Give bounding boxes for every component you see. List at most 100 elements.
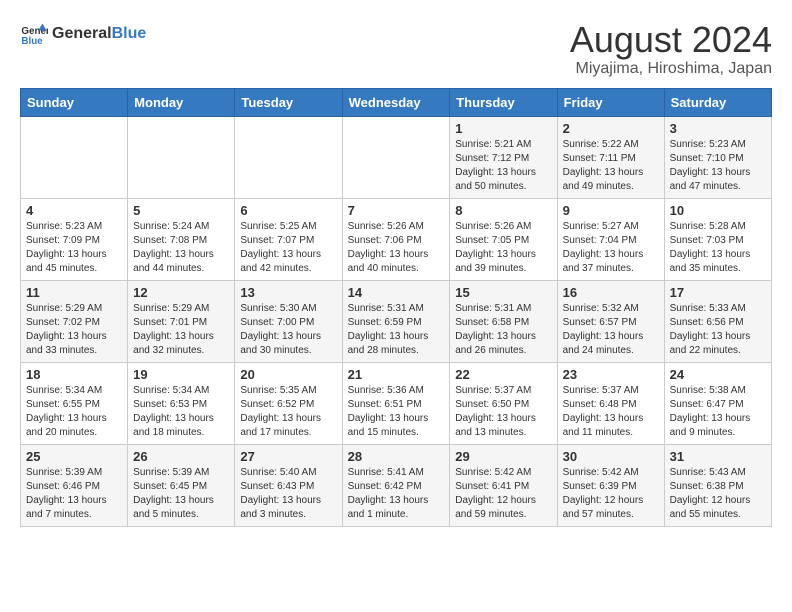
column-header-tuesday: Tuesday: [235, 88, 342, 116]
calendar-cell: [21, 116, 128, 198]
day-number: 2: [563, 121, 659, 136]
day-number: 14: [348, 285, 445, 300]
page-header: General Blue GeneralBlue August 2024 Miy…: [20, 20, 772, 78]
day-number: 26: [133, 449, 229, 464]
day-info: Sunrise: 5:32 AM Sunset: 6:57 PM Dayligh…: [563, 302, 659, 358]
calendar-cell: 26 Sunrise: 5:39 AM Sunset: 6:45 PM Dayli…: [128, 444, 235, 526]
calendar-cell: 7 Sunrise: 5:26 AM Sunset: 7:06 PM Daylig…: [342, 198, 450, 280]
day-number: 5: [133, 203, 229, 218]
calendar-cell: 29 Sunrise: 5:42 AM Sunset: 6:41 PM Dayli…: [450, 444, 557, 526]
day-info: Sunrise: 5:26 AM Sunset: 7:05 PM Dayligh…: [455, 220, 551, 276]
day-number: 30: [563, 449, 659, 464]
calendar-cell: 22Sunrise: 5:37 AM Sunset: 6:50 PM Dayli…: [450, 362, 557, 444]
day-info: Sunrise: 5:36 AM Sunset: 6:51 PM Dayligh…: [348, 384, 445, 440]
calendar-cell: 19Sunrise: 5:34 AM Sunset: 6:53 PM Dayli…: [128, 362, 235, 444]
calendar-cell: 6 Sunrise: 5:25 AM Sunset: 7:07 PM Daylig…: [235, 198, 342, 280]
calendar-cell: 17 Sunrise: 5:33 AM Sunset: 6:56 PM Dayli…: [664, 280, 771, 362]
day-info: Sunrise: 5:34 AM Sunset: 6:53 PM Dayligh…: [133, 384, 229, 440]
calendar-cell: 5 Sunrise: 5:24 AM Sunset: 7:08 PM Daylig…: [128, 198, 235, 280]
day-info: Sunrise: 5:39 AM Sunset: 6:46 PM Dayligh…: [26, 466, 122, 522]
calendar-cell: 11 Sunrise: 5:29 AM Sunset: 7:02 PM Dayli…: [21, 280, 128, 362]
day-info: Sunrise: 5:28 AM Sunset: 7:03 PM Dayligh…: [670, 220, 766, 276]
day-number: 20: [240, 367, 336, 382]
day-number: 22: [455, 367, 551, 382]
calendar-week-row: 11 Sunrise: 5:29 AM Sunset: 7:02 PM Dayli…: [21, 280, 772, 362]
calendar-cell: 24 Sunrise: 5:38 AM Sunset: 6:47 PM Dayli…: [664, 362, 771, 444]
calendar-header-row: SundayMondayTuesdayWednesdayThursdayFrid…: [21, 88, 772, 116]
calendar-cell: 4Sunrise: 5:23 AM Sunset: 7:09 PM Daylig…: [21, 198, 128, 280]
day-info: Sunrise: 5:26 AM Sunset: 7:06 PM Dayligh…: [348, 220, 445, 276]
day-number: 15: [455, 285, 551, 300]
column-header-monday: Monday: [128, 88, 235, 116]
day-info: Sunrise: 5:42 AM Sunset: 6:41 PM Dayligh…: [455, 466, 551, 522]
calendar-cell: 2Sunrise: 5:22 AM Sunset: 7:11 PM Daylig…: [557, 116, 664, 198]
calendar-cell: 18 Sunrise: 5:34 AM Sunset: 6:55 PM Dayli…: [21, 362, 128, 444]
svg-text:Blue: Blue: [21, 36, 43, 47]
day-number: 29: [455, 449, 551, 464]
day-number: 23: [563, 367, 659, 382]
day-number: 31: [670, 449, 766, 464]
day-info: Sunrise: 5:35 AM Sunset: 6:52 PM Dayligh…: [240, 384, 336, 440]
calendar-cell: 3 Sunrise: 5:23 AM Sunset: 7:10 PM Daylig…: [664, 116, 771, 198]
day-info: Sunrise: 5:25 AM Sunset: 7:07 PM Dayligh…: [240, 220, 336, 276]
calendar-cell: 9 Sunrise: 5:27 AM Sunset: 7:04 PM Daylig…: [557, 198, 664, 280]
day-number: 6: [240, 203, 336, 218]
logo: General Blue GeneralBlue: [20, 20, 146, 48]
day-info: Sunrise: 5:39 AM Sunset: 6:45 PM Dayligh…: [133, 466, 229, 522]
day-number: 17: [670, 285, 766, 300]
day-number: 7: [348, 203, 445, 218]
column-header-wednesday: Wednesday: [342, 88, 450, 116]
day-info: Sunrise: 5:30 AM Sunset: 7:00 PM Dayligh…: [240, 302, 336, 358]
day-number: 25: [26, 449, 122, 464]
calendar-cell: 16Sunrise: 5:32 AM Sunset: 6:57 PM Dayli…: [557, 280, 664, 362]
calendar-cell: [128, 116, 235, 198]
day-number: 28: [348, 449, 445, 464]
calendar-cell: 21 Sunrise: 5:36 AM Sunset: 6:51 PM Dayli…: [342, 362, 450, 444]
day-number: 18: [26, 367, 122, 382]
calendar-week-row: 4Sunrise: 5:23 AM Sunset: 7:09 PM Daylig…: [21, 198, 772, 280]
calendar-cell: 31 Sunrise: 5:43 AM Sunset: 6:38 PM Dayli…: [664, 444, 771, 526]
calendar-cell: 30 Sunrise: 5:42 AM Sunset: 6:39 PM Dayli…: [557, 444, 664, 526]
calendar-week-row: 18 Sunrise: 5:34 AM Sunset: 6:55 PM Dayli…: [21, 362, 772, 444]
day-number: 9: [563, 203, 659, 218]
column-header-friday: Friday: [557, 88, 664, 116]
day-number: 8: [455, 203, 551, 218]
day-number: 11: [26, 285, 122, 300]
day-info: Sunrise: 5:33 AM Sunset: 6:56 PM Dayligh…: [670, 302, 766, 358]
calendar-cell: 12Sunrise: 5:29 AM Sunset: 7:01 PM Dayli…: [128, 280, 235, 362]
day-info: Sunrise: 5:23 AM Sunset: 7:09 PM Dayligh…: [26, 220, 122, 276]
day-info: Sunrise: 5:42 AM Sunset: 6:39 PM Dayligh…: [563, 466, 659, 522]
calendar-cell: 10 Sunrise: 5:28 AM Sunset: 7:03 PM Dayli…: [664, 198, 771, 280]
day-number: 3: [670, 121, 766, 136]
day-number: 21: [348, 367, 445, 382]
day-number: 12: [133, 285, 229, 300]
column-header-saturday: Saturday: [664, 88, 771, 116]
calendar-cell: 13 Sunrise: 5:30 AM Sunset: 7:00 PM Dayli…: [235, 280, 342, 362]
day-number: 1: [455, 121, 551, 136]
calendar-cell: 1Sunrise: 5:21 AM Sunset: 7:12 PM Daylig…: [450, 116, 557, 198]
day-info: Sunrise: 5:31 AM Sunset: 6:58 PM Dayligh…: [455, 302, 551, 358]
calendar-cell: 14Sunrise: 5:31 AM Sunset: 6:59 PM Dayli…: [342, 280, 450, 362]
calendar-cell: 20 Sunrise: 5:35 AM Sunset: 6:52 PM Dayli…: [235, 362, 342, 444]
page-subtitle: Miyajima, Hiroshima, Japan: [570, 60, 772, 78]
day-info: Sunrise: 5:38 AM Sunset: 6:47 PM Dayligh…: [670, 384, 766, 440]
calendar-cell: 28Sunrise: 5:41 AM Sunset: 6:42 PM Dayli…: [342, 444, 450, 526]
column-header-thursday: Thursday: [450, 88, 557, 116]
logo-general: General: [52, 25, 112, 42]
day-number: 10: [670, 203, 766, 218]
day-info: Sunrise: 5:34 AM Sunset: 6:55 PM Dayligh…: [26, 384, 122, 440]
calendar-cell: 25 Sunrise: 5:39 AM Sunset: 6:46 PM Dayli…: [21, 444, 128, 526]
day-info: Sunrise: 5:24 AM Sunset: 7:08 PM Dayligh…: [133, 220, 229, 276]
day-info: Sunrise: 5:27 AM Sunset: 7:04 PM Dayligh…: [563, 220, 659, 276]
day-number: 24: [670, 367, 766, 382]
day-info: Sunrise: 5:23 AM Sunset: 7:10 PM Dayligh…: [670, 138, 766, 194]
logo-text: GeneralBlue: [52, 26, 146, 42]
day-info: Sunrise: 5:43 AM Sunset: 6:38 PM Dayligh…: [670, 466, 766, 522]
page-title: August 2024: [570, 20, 772, 60]
calendar-cell: 23Sunrise: 5:37 AM Sunset: 6:48 PM Dayli…: [557, 362, 664, 444]
calendar-week-row: 25 Sunrise: 5:39 AM Sunset: 6:46 PM Dayli…: [21, 444, 772, 526]
logo-blue-text: Blue: [112, 25, 147, 42]
column-header-sunday: Sunday: [21, 88, 128, 116]
day-info: Sunrise: 5:29 AM Sunset: 7:02 PM Dayligh…: [26, 302, 122, 358]
day-number: 13: [240, 285, 336, 300]
